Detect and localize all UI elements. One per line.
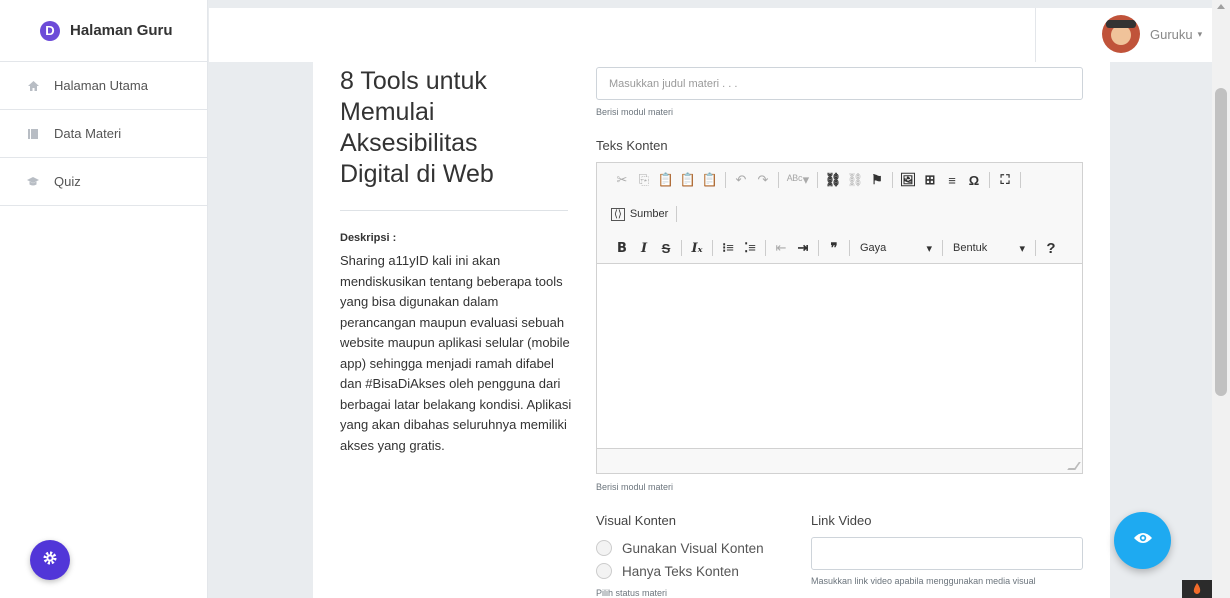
numbered-list-icon[interactable]: ⁝≡ [717,240,739,256]
brand[interactable]: D Halaman Guru [0,0,207,62]
radio-label: Gunakan Visual Konten [622,540,764,556]
paste-icon[interactable]: 📋 [655,172,677,188]
special-character-icon[interactable]: Ω [963,173,985,188]
eye-icon [1133,531,1153,550]
radio-use-visual-content[interactable]: Gunakan Visual Konten [596,540,764,556]
source-button[interactable]: ⟨⟩ Sumber [611,207,669,221]
italic-icon[interactable]: I [633,241,655,256]
outdent-icon[interactable]: ⇤ [770,240,792,256]
visual-content-label: Visual Konten [596,513,676,528]
video-help: Masukkan link video apabila menggunakan … [811,576,1036,586]
content-label: Teks Konten [596,138,668,153]
settings-button[interactable] [30,540,70,580]
source-icon: ⟨⟩ [611,207,625,221]
avatar [1102,15,1140,53]
blockquote-icon[interactable]: ❞ [823,240,845,256]
format-dropdown[interactable]: Bentuk ▾ [953,242,1031,255]
preview-button[interactable] [1114,512,1171,569]
copy-icon[interactable]: ⎘ [633,172,655,188]
unlink-icon[interactable]: ⛓ [844,172,866,188]
editor-toolbar-row-3: B I S Iₓ ⁝≡ ⁚≡ ⇤ ⇥ ❞ Gaya ▾ Bentuk ▾ ? [597,231,1082,265]
title-input[interactable] [596,67,1083,100]
resize-handle-icon[interactable] [1067,462,1081,470]
horizontal-line-icon[interactable]: ≡ [941,173,963,188]
bold-icon[interactable]: B [611,241,633,256]
home-icon [26,79,40,93]
radio-label: Hanya Teks Konten [622,563,739,579]
username: Guruku [1150,26,1193,42]
table-icon[interactable]: ⊞ [919,172,941,188]
page-scrollbar[interactable] [1212,0,1230,598]
sidebar-item-quiz[interactable]: Quiz [0,158,207,206]
sidebar: D Halaman Guru Halaman Utama Data Materi… [0,0,208,598]
paste-text-icon[interactable]: 📋 [677,172,699,188]
title-help: Berisi modul materi [596,107,674,117]
gear-icon [42,550,58,571]
sidebar-item-label: Quiz [54,174,81,189]
brand-logo: D [40,20,60,41]
topbar: Guruku ▾ [209,8,1212,62]
brand-title: Halaman Guru [70,22,173,39]
book-icon [26,127,40,141]
cut-icon[interactable]: ✂ [611,172,633,188]
format-label: Bentuk [953,241,988,254]
image-icon[interactable]: 🖼 [897,172,919,188]
undo-icon[interactable]: ↶ [730,172,752,188]
style-dropdown[interactable]: Gaya ▾ [860,242,938,255]
bulleted-list-icon[interactable]: ⁚≡ [739,240,761,256]
chevron-down-icon: ▾ [1019,242,1025,255]
anchor-flag-icon[interactable]: ⚑ [866,172,888,188]
content-help: Berisi modul materi [596,482,674,492]
description-text: Sharing a11yID kali ini akan mendiskusik… [340,253,572,453]
radio-text-only-content[interactable]: Hanya Teks Konten [596,563,739,579]
maximize-icon[interactable]: ⛶ [994,172,1016,188]
content-card: 8 Tools untuk Memulai Aksesibilitas Digi… [313,62,1110,598]
video-link-input[interactable] [811,537,1083,570]
remove-format-icon[interactable]: Iₓ [686,241,708,256]
scroll-thumb[interactable] [1215,88,1227,396]
indent-icon[interactable]: ⇥ [792,240,814,256]
strikethrough-icon[interactable]: S [655,241,677,256]
radio-circle [596,563,612,579]
video-link-label: Link Video [811,513,872,528]
style-label: Gaya [860,241,887,254]
paste-word-icon[interactable]: 📋 [699,172,721,188]
help-icon[interactable]: ? [1040,240,1062,257]
redo-icon[interactable]: ↷ [752,172,774,188]
editor-content-area[interactable] [597,263,1082,449]
preview-title: 8 Tools untuk Memulai Aksesibilitas Digi… [340,67,494,188]
sidebar-item-label: Halaman Utama [54,78,148,93]
chevron-down-icon: ▾ [1197,28,1203,39]
divider [340,210,568,211]
spellcheck-icon[interactable]: ᴬᴮᶜ▾ [783,172,813,188]
sidebar-item-data-materi[interactable]: Data Materi [0,110,207,158]
visual-help: Pilih status materi [596,588,668,598]
editor-toolbar-row-1: ✂ ⎘ 📋 📋 📋 ↶ ↷ ᴬᴮᶜ▾ ⛓ ⛓ ⚑ 🖼 ⊞ ≡ Ω ⛶ [597,163,1082,197]
rich-text-editor: ✂ ⎘ 📋 📋 📋 ↶ ↷ ᴬᴮᶜ▾ ⛓ ⛓ ⚑ 🖼 ⊞ ≡ Ω ⛶ ⟨⟩ Su… [596,162,1083,474]
user-menu[interactable]: Guruku ▾ [1102,15,1202,53]
chevron-down-icon: ▾ [926,242,932,255]
radio-circle [596,540,612,556]
source-label: Sumber [629,208,669,220]
flame-icon[interactable] [1182,580,1212,598]
link-icon[interactable]: ⛓ [822,172,844,188]
sidebar-item-halaman-utama[interactable]: Halaman Utama [0,62,207,110]
graduation-cap-icon [26,175,40,189]
topbar-divider [1035,8,1036,62]
scroll-up-arrow-icon[interactable] [1217,4,1225,9]
sidebar-item-label: Data Materi [54,126,122,141]
description-label: Deskripsi : [340,232,397,244]
editor-toolbar-row-2: ⟨⟩ Sumber [597,197,1082,231]
